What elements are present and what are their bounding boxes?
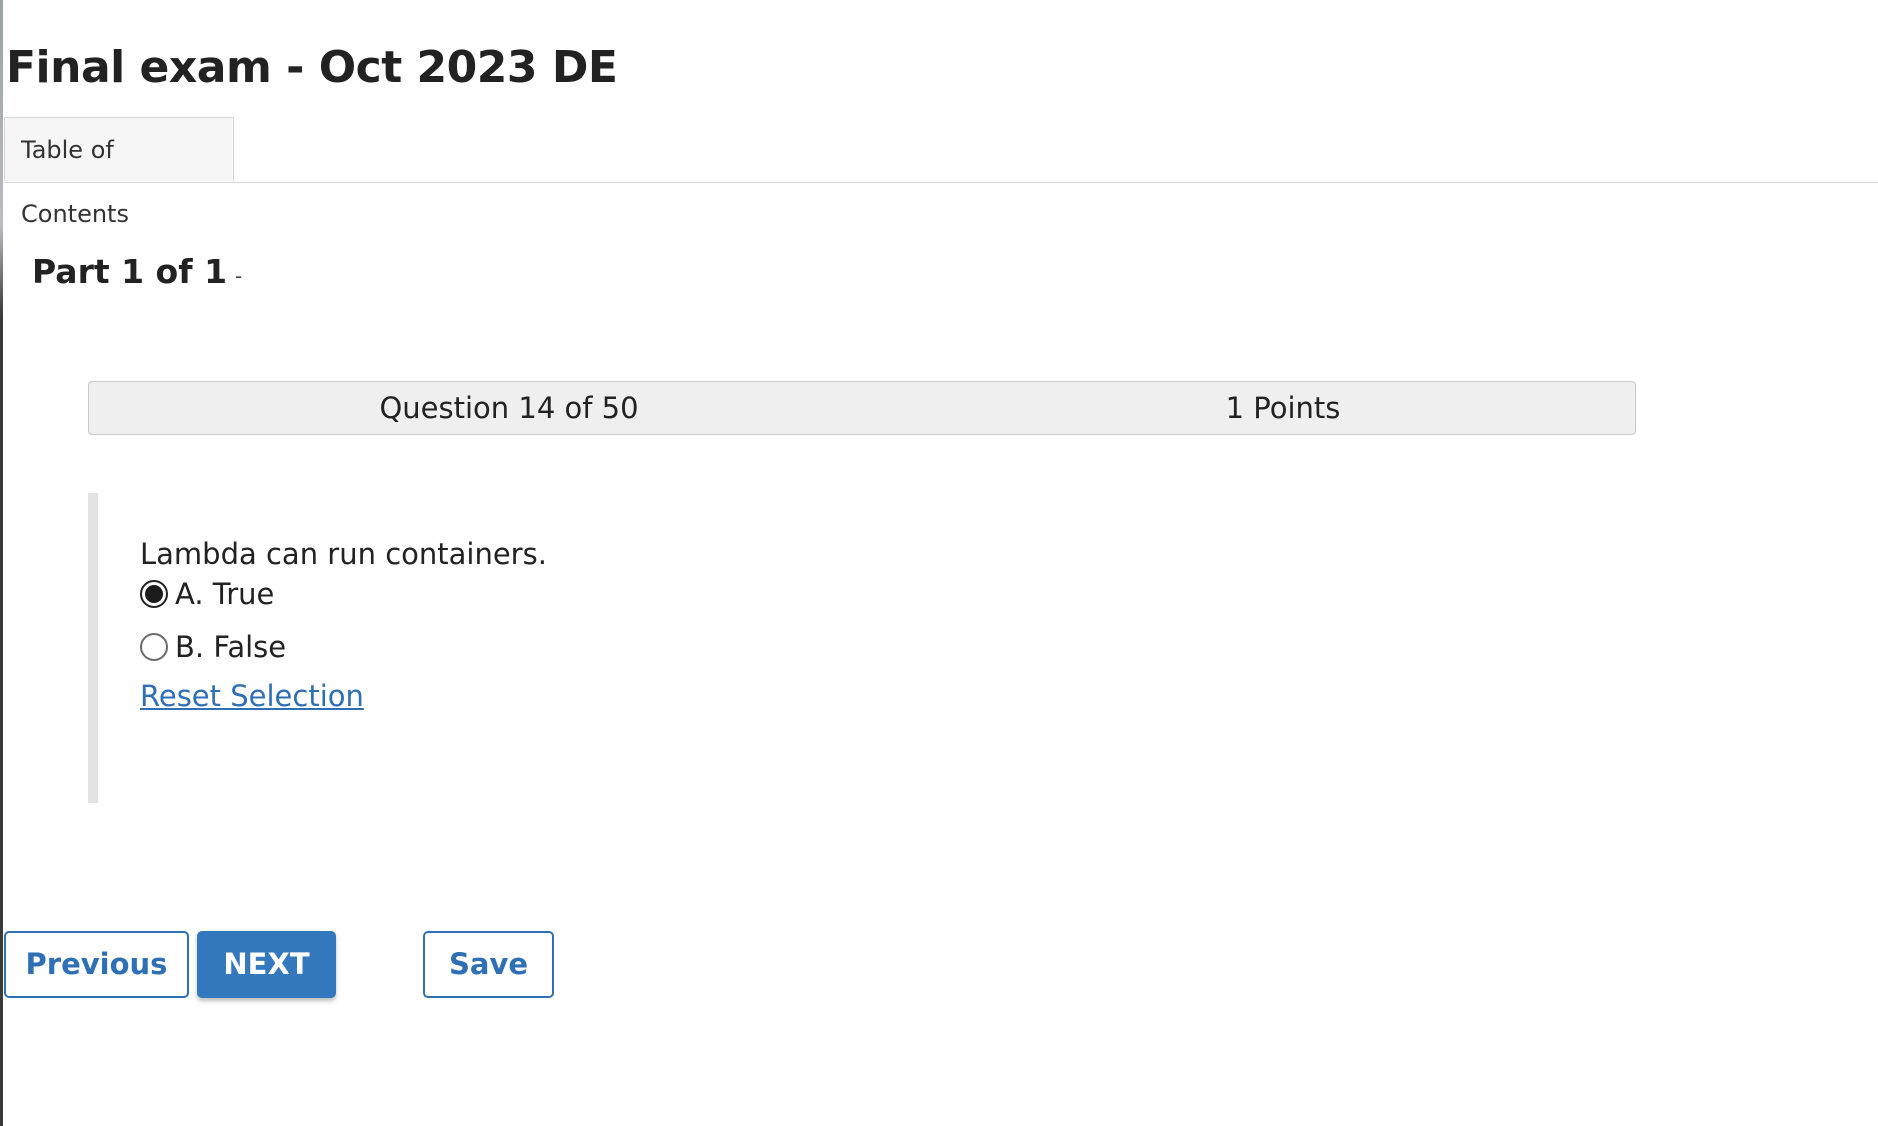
next-button[interactable]: NEXT	[197, 931, 336, 998]
answer-option-a[interactable]: A. True	[140, 577, 274, 611]
radio-dot	[145, 585, 163, 603]
part-label: Part 1 of 1	[32, 252, 228, 291]
answer-option-b[interactable]: B. False	[140, 630, 286, 664]
exam-page: Final exam - Oct 2023 DE Table of Conten…	[0, 0, 1878, 1126]
question-body: Lambda can run containers. A. True B. Fa…	[88, 493, 1588, 803]
part-separator: -	[235, 264, 243, 288]
tab-bar: Table of Contents	[4, 117, 1878, 228]
radio-button-checked[interactable]	[140, 580, 168, 608]
reset-selection-link[interactable]: Reset Selection	[140, 679, 364, 713]
tab-table-of-contents[interactable]: Table of Contents	[4, 117, 234, 228]
option-label: A. True	[175, 577, 275, 611]
question-number: Question 14 of 50	[379, 391, 639, 425]
question-text: Lambda can run containers.	[140, 537, 547, 571]
save-button[interactable]: Save	[423, 931, 554, 998]
part-heading: Part 1 of 1-	[32, 252, 242, 291]
radio-button-unchecked[interactable]	[140, 633, 168, 661]
question-points: 1 Points	[1225, 391, 1341, 425]
option-label: B. False	[175, 630, 287, 664]
page-title: Final exam - Oct 2023 DE	[6, 42, 618, 93]
window-edge	[0, 0, 3, 1126]
previous-button[interactable]: Previous	[4, 931, 189, 998]
question-header: Question 14 of 50 1 Points	[88, 381, 1636, 435]
